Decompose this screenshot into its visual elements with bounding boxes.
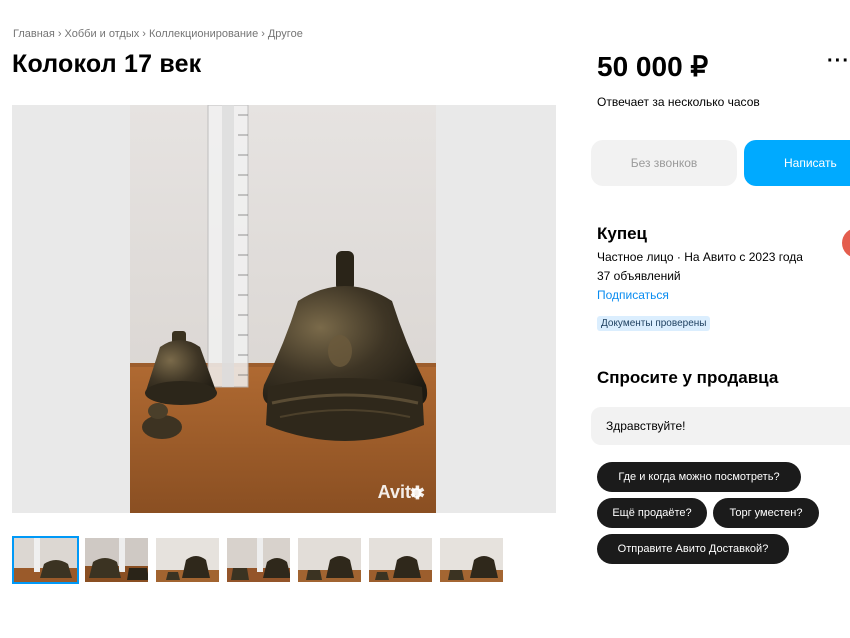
quick-question-chip[interactable]: Торг уместен? — [713, 498, 819, 528]
ask-seller-heading: Спросите у продавца — [597, 368, 779, 387]
quick-question-chip[interactable]: Ещё продаёте? — [597, 498, 707, 528]
price: 50 000 ₽ — [597, 51, 709, 82]
main-photo[interactable]: ✱ Avito — [130, 105, 436, 513]
seller-name[interactable]: Купец — [597, 224, 647, 244]
main-photo-gallery[interactable]: ✱ Avito — [12, 105, 556, 513]
seller-info: Частное лицо · На Авито с 2023 года — [597, 250, 803, 264]
thumbnail[interactable] — [438, 536, 505, 584]
breadcrumb-other[interactable]: Другое — [268, 28, 303, 40]
thumbnail[interactable] — [83, 536, 150, 584]
more-options-icon[interactable]: ··· — [827, 50, 850, 73]
breadcrumb-collecting[interactable]: Коллекционирование — [149, 28, 258, 40]
breadcrumb-hobby[interactable]: Хобби и отдых — [65, 28, 140, 40]
breadcrumb-home[interactable]: Главная — [13, 28, 55, 40]
thumbnail[interactable] — [225, 536, 292, 584]
thumbnail[interactable] — [12, 536, 79, 584]
no-calls-button[interactable]: Без звонков — [591, 140, 737, 186]
thumbnail[interactable] — [367, 536, 434, 584]
message-input[interactable] — [591, 407, 850, 445]
thumbnail-strip — [12, 536, 505, 584]
page-title: Колокол 17 век — [12, 50, 202, 78]
breadcrumb: Главная › Хобби и отдых › Коллекционирование… — [13, 28, 303, 40]
write-button[interactable]: Написать — [744, 140, 850, 186]
response-time: Отвечает за несколько часов — [597, 95, 760, 109]
thumbnail[interactable] — [296, 536, 363, 584]
avatar[interactable] — [842, 228, 850, 258]
breadcrumb-separator: › — [57, 28, 62, 40]
seller-ads-count[interactable]: 37 объявлений — [597, 269, 681, 283]
verified-badge: Документы проверены — [597, 316, 711, 331]
subscribe-link[interactable]: Подписаться — [597, 288, 669, 302]
thumbnail[interactable] — [154, 536, 221, 584]
breadcrumb-separator: › — [142, 28, 146, 40]
bells-photo-image: ✱ — [130, 105, 436, 513]
watermark-text: Avito — [377, 482, 422, 502]
breadcrumb-separator: › — [261, 28, 265, 40]
quick-question-chip[interactable]: Отправите Авито Доставкой? — [597, 534, 789, 564]
quick-question-chip[interactable]: Где и когда можно посмотреть? — [597, 462, 801, 492]
